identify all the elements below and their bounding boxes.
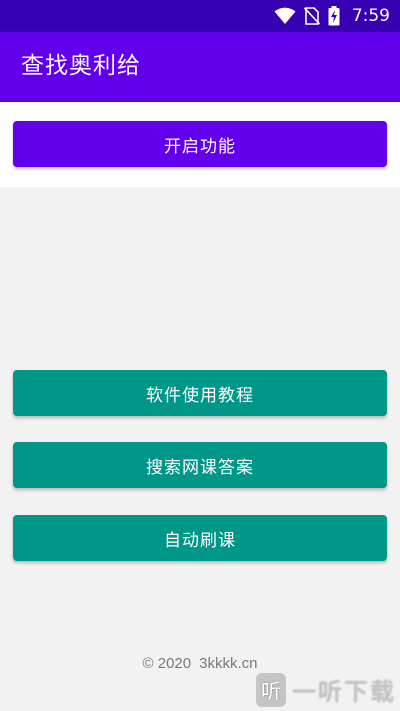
- tutorial-button[interactable]: 软件使用教程: [13, 370, 387, 416]
- footer: © 2020 3kkkk.cn: [0, 655, 400, 672]
- battery-charging-icon: [328, 6, 340, 26]
- app-bar: 查找奥利给: [0, 32, 400, 102]
- wifi-icon: [274, 7, 296, 25]
- status-bar: 7:59: [0, 0, 400, 32]
- enable-feature-button[interactable]: 开启功能: [13, 121, 387, 167]
- status-icons: 7:59: [274, 0, 390, 32]
- search-answers-button[interactable]: 搜索网课答案: [13, 442, 387, 488]
- watermark-text: 一听下载: [292, 678, 396, 706]
- page-title: 查找奥利给: [21, 53, 141, 79]
- status-time: 7:59: [351, 6, 390, 26]
- copyright-text: © 2020: [142, 655, 192, 672]
- watermark: 听 一听下载: [256, 672, 396, 707]
- watermark-logo-icon: 听: [256, 672, 286, 707]
- site-link[interactable]: 3kkkk.cn: [199, 655, 257, 672]
- auto-course-button[interactable]: 自动刷课: [13, 515, 387, 561]
- no-sim-icon: [303, 7, 320, 25]
